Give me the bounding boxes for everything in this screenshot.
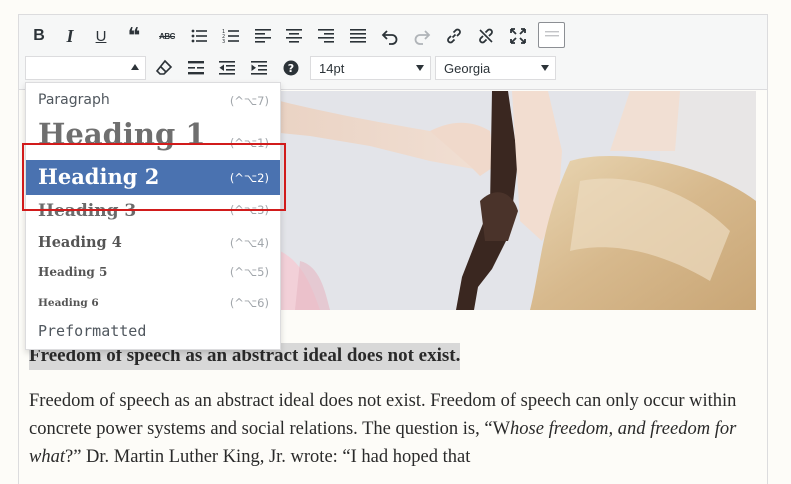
blockquote-button[interactable]: ❝ <box>120 22 148 50</box>
italic-glyph: I <box>66 25 74 46</box>
bold-button[interactable]: B <box>25 22 53 50</box>
justify-button[interactable] <box>344 22 372 50</box>
horizontal-line-button[interactable] <box>182 54 210 82</box>
menu-item-heading-6[interactable]: Heading 6 (^⌥6) <box>26 288 280 318</box>
menu-item-shortcut: (^⌥5) <box>229 265 269 279</box>
chevron-down-icon <box>541 65 549 71</box>
menu-item-heading-5[interactable]: Heading 5 (^⌥5) <box>26 258 280 288</box>
chevron-down-icon <box>416 65 424 71</box>
outdent-icon <box>219 61 235 75</box>
paragraph-text-2: ?” Dr. Martin Luther King, Jr. wrote: “I… <box>64 447 471 467</box>
strikethrough-icon: ABC <box>159 31 175 41</box>
align-right-icon <box>318 29 334 43</box>
remove-link-button[interactable] <box>472 22 500 50</box>
svg-text:?: ? <box>288 62 294 75</box>
eraser-icon <box>155 59 173 75</box>
help-button[interactable]: ? <box>277 54 305 82</box>
toolbar-toggle-icon <box>544 31 559 37</box>
horizontal-line-icon <box>188 61 204 75</box>
quote-icon: ❝ <box>127 23 141 49</box>
content-image <box>280 91 756 310</box>
menu-item-label: Paragraph <box>38 92 110 108</box>
unlink-icon <box>479 28 493 44</box>
menu-item-shortcut: (^⌥6) <box>229 296 269 310</box>
menu-item-label: Preformatted <box>38 322 147 340</box>
menu-item-shortcut: (^⌥4) <box>229 236 269 250</box>
menu-item-label: Heading 5 <box>38 265 108 279</box>
format-select[interactable] <box>25 56 146 80</box>
align-center-button[interactable] <box>280 22 308 50</box>
link-icon <box>447 28 461 44</box>
menu-item-shortcut: (^⌥7) <box>229 94 269 108</box>
triangle-up-icon <box>131 64 139 70</box>
bulleted-list-button[interactable] <box>185 22 213 50</box>
raised-fists-photo <box>280 91 756 310</box>
editor-toolbar: B I U ❝ ABC 123 ? 14pt Georgia <box>19 15 767 90</box>
menu-item-preformatted[interactable]: Preformatted <box>26 318 280 349</box>
toolbar-toggle-button[interactable] <box>538 22 565 48</box>
indent-button[interactable] <box>245 54 273 82</box>
redo-button[interactable] <box>408 22 436 50</box>
undo-button[interactable] <box>376 22 404 50</box>
fullscreen-button[interactable] <box>504 22 532 50</box>
svg-text:3: 3 <box>222 39 225 45</box>
indent-icon <box>251 61 267 75</box>
font-family-value: Georgia <box>444 60 491 76</box>
redo-icon <box>414 30 431 45</box>
font-family-select[interactable]: Georgia <box>435 56 556 80</box>
justify-icon <box>350 29 366 43</box>
menu-item-label: Heading 4 <box>38 234 122 251</box>
strikethrough-button[interactable]: ABC <box>153 22 181 50</box>
undo-icon <box>381 30 398 45</box>
menu-item-paragraph[interactable]: Paragraph (^⌥7) <box>26 85 280 119</box>
body-paragraph[interactable]: Freedom of speech as an abstract ideal d… <box>29 387 764 471</box>
underline-button[interactable]: U <box>87 22 115 50</box>
align-right-button[interactable] <box>312 22 340 50</box>
align-left-button[interactable] <box>249 22 277 50</box>
insert-link-button[interactable] <box>440 22 468 50</box>
menu-item-heading-4[interactable]: Heading 4 (^⌥4) <box>26 228 280 258</box>
menu-item-label: Heading 6 <box>38 297 99 309</box>
fullscreen-icon <box>510 28 526 44</box>
font-size-value: 14pt <box>319 60 345 76</box>
outdent-button[interactable] <box>213 54 241 82</box>
clear-formatting-button[interactable] <box>150 54 178 82</box>
align-left-icon <box>255 29 271 43</box>
italic-button[interactable]: I <box>56 22 84 50</box>
editor-content[interactable]: Freedom of speech as an abstract ideal d… <box>29 343 764 471</box>
align-center-icon <box>286 29 302 43</box>
underline-glyph: U <box>95 27 107 45</box>
numbered-list-button[interactable]: 123 <box>217 22 245 50</box>
annotation-highlight-box <box>22 143 286 211</box>
font-size-select[interactable]: 14pt <box>310 56 431 80</box>
bulleted-list-icon <box>191 29 207 43</box>
format-dropdown-menu: Paragraph (^⌥7) Heading 1 (^⌥1) Heading … <box>25 82 281 350</box>
bold-glyph: B <box>33 27 45 44</box>
help-icon: ? <box>283 60 299 76</box>
numbered-list-icon: 123 <box>222 29 239 45</box>
